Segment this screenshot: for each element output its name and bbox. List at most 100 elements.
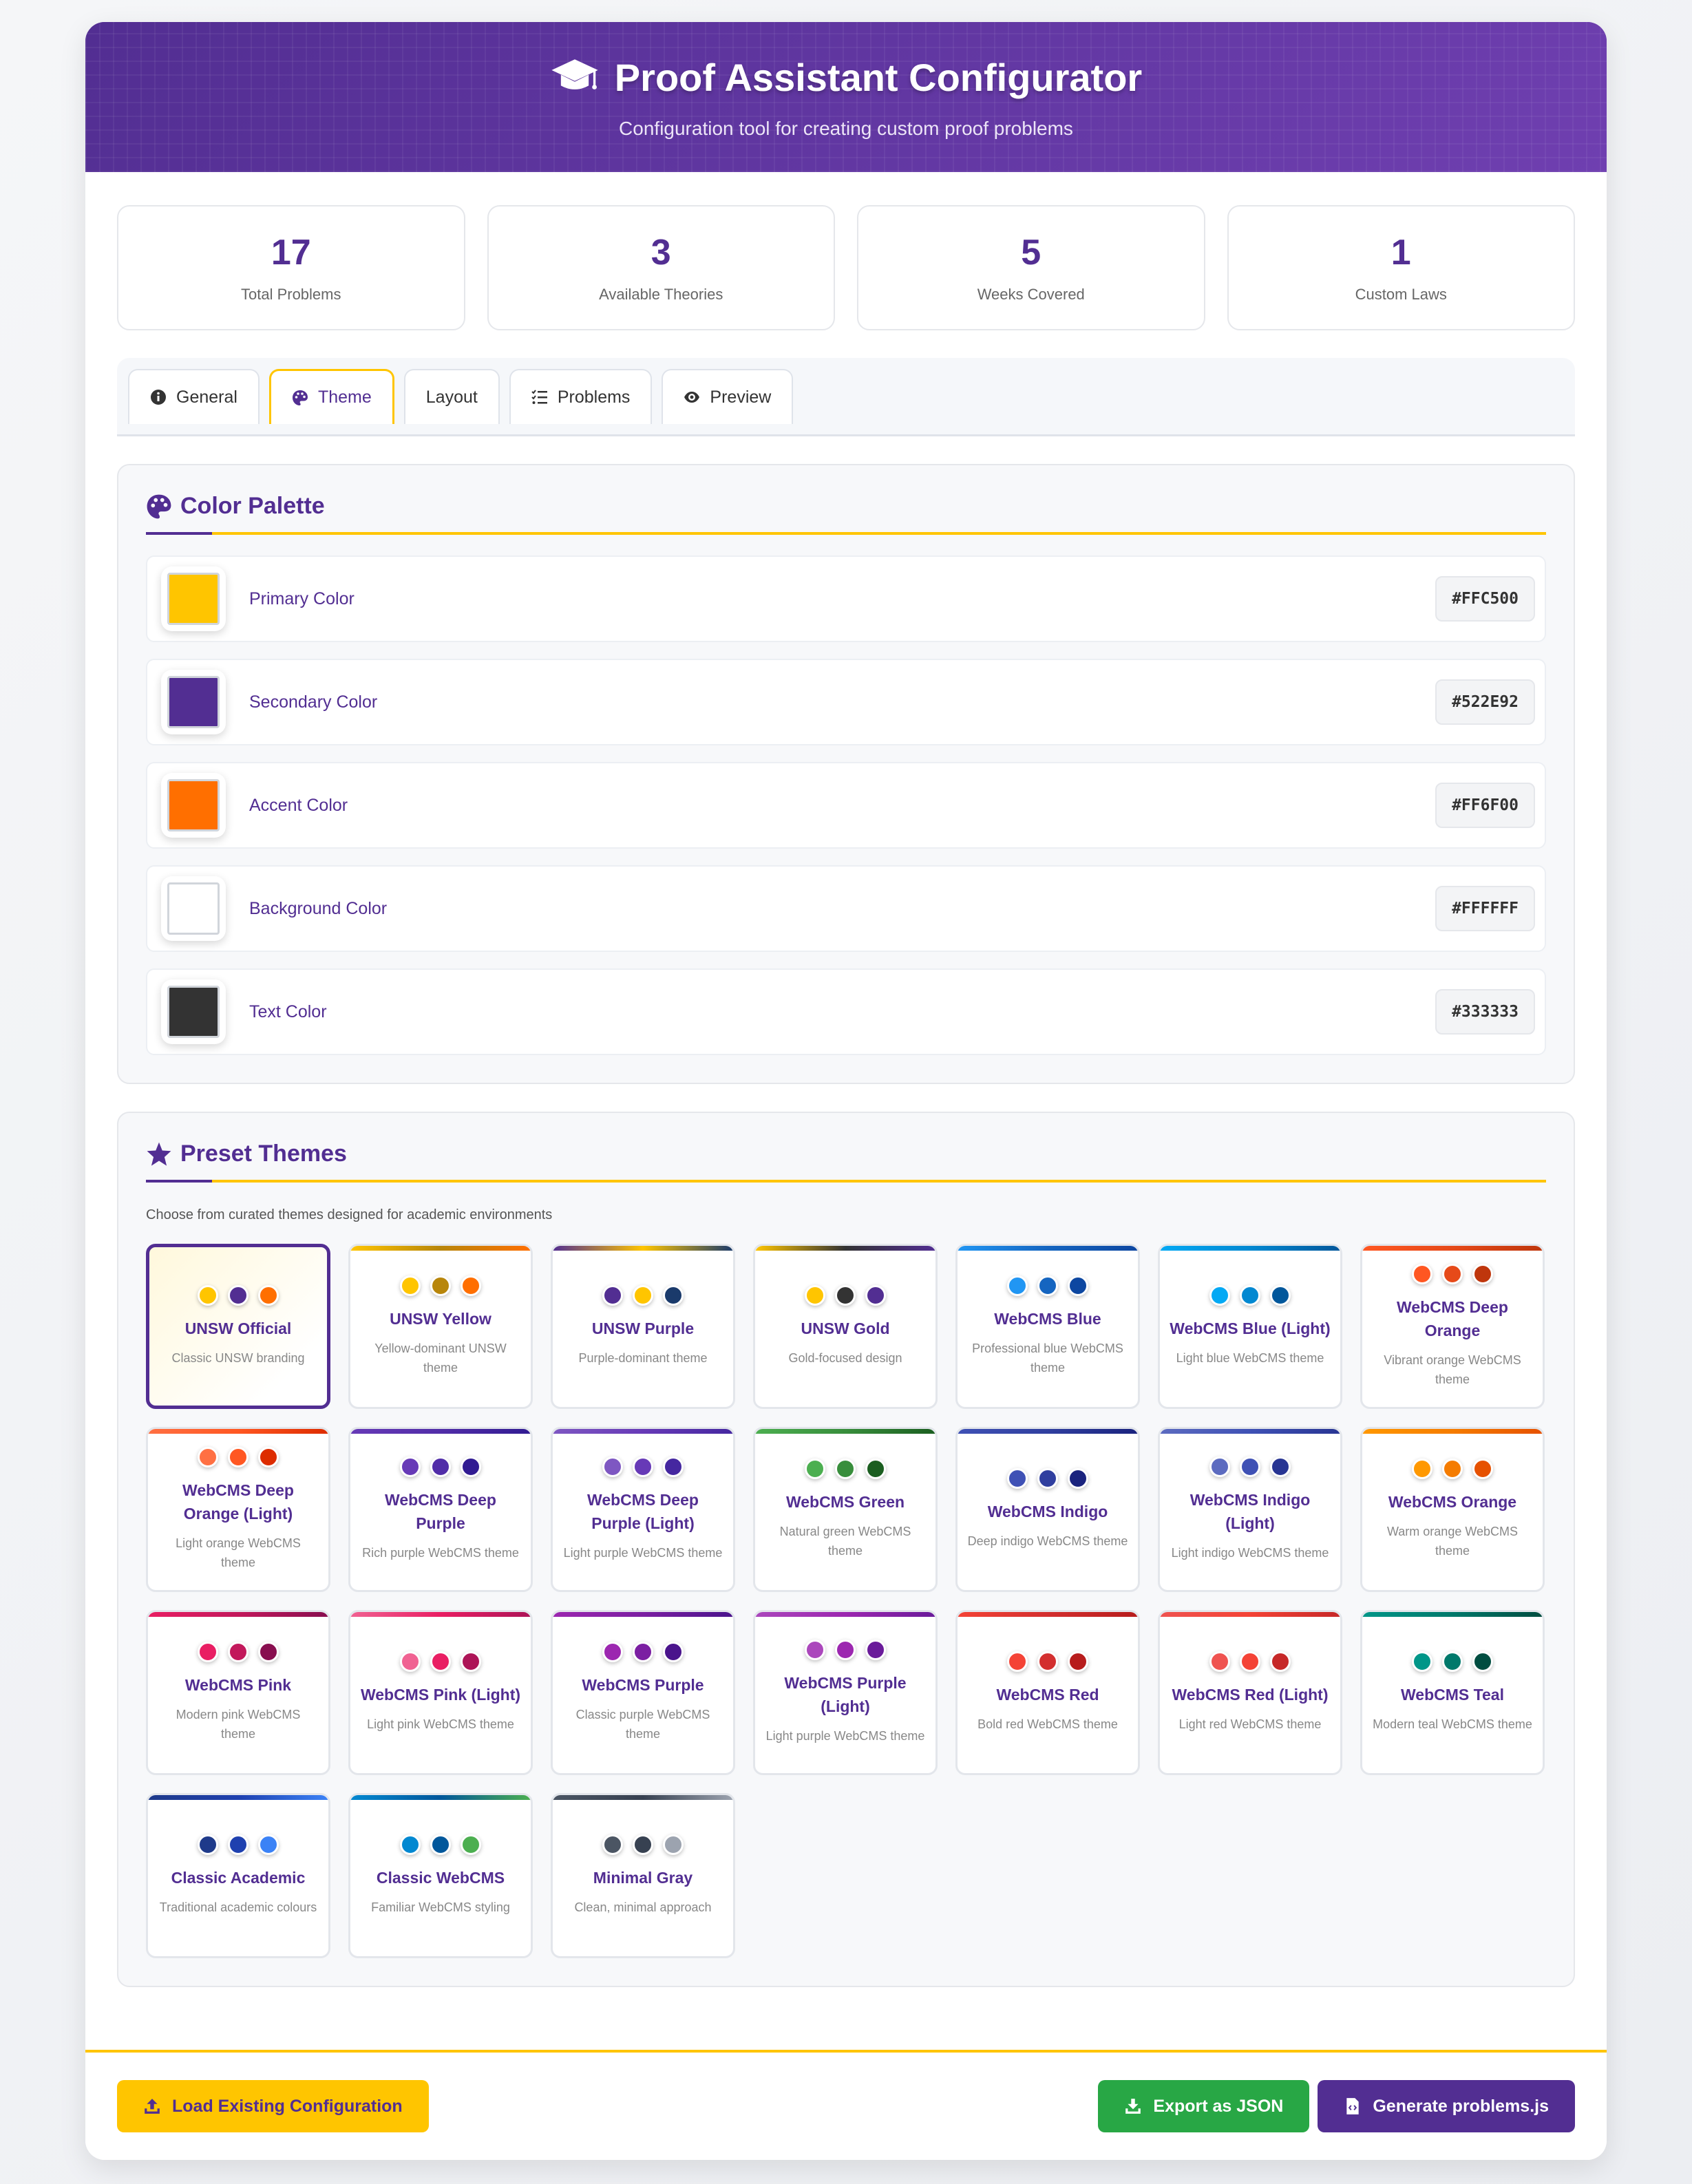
theme-card[interactable]: WebCMS Red Bold red WebCMS theme	[955, 1610, 1140, 1775]
color-dot	[430, 1456, 451, 1477]
theme-card[interactable]: UNSW Gold Gold-focused design	[753, 1244, 938, 1409]
theme-name: WebCMS Deep Purple (Light)	[587, 1491, 699, 1532]
theme-description: Bold red WebCMS theme	[977, 1717, 1118, 1731]
theme-card[interactable]: WebCMS Blue Professional blue WebCMS them…	[955, 1244, 1140, 1409]
theme-card[interactable]: WebCMS Deep Purple Rich purple WebCMS the…	[348, 1427, 533, 1592]
theme-color-bar	[1160, 1429, 1340, 1434]
generate-problems-button[interactable]: Generate problems.js	[1318, 2080, 1575, 2132]
theme-color-dots	[1007, 1275, 1088, 1296]
theme-card[interactable]: Minimal Gray Clean, minimal approach	[551, 1793, 735, 1958]
theme-description: Vibrant orange WebCMS theme	[1384, 1353, 1521, 1386]
color-dot	[258, 1447, 279, 1467]
palette-icon	[147, 494, 171, 518]
star-icon	[147, 1142, 171, 1166]
theme-name: WebCMS Red	[996, 1686, 1099, 1704]
theme-card[interactable]: WebCMS Green Natural green WebCMS theme	[753, 1427, 938, 1592]
theme-card[interactable]: WebCMS Pink (Light) Light pink WebCMS the…	[348, 1610, 533, 1775]
tab-general[interactable]: General	[128, 369, 260, 424]
theme-name: WebCMS Blue (Light)	[1170, 1319, 1331, 1337]
theme-card[interactable]: UNSW Yellow Yellow-dominant UNSW theme	[348, 1244, 533, 1409]
color-dot	[1472, 1459, 1493, 1479]
eye-icon	[684, 392, 700, 403]
color-dot	[198, 1447, 218, 1467]
theme-color-bar	[553, 1612, 733, 1617]
theme-card[interactable]: WebCMS Deep Orange (Light) Light orange W…	[146, 1427, 330, 1592]
theme-card[interactable]: WebCMS Purple Classic purple WebCMS theme	[551, 1610, 735, 1775]
section-title: Color Palette	[146, 493, 1546, 535]
stat-available-theories: 3 Available Theories	[487, 205, 835, 330]
color-dot	[1037, 1275, 1058, 1296]
color-dot	[228, 1447, 248, 1467]
color-swatch	[167, 779, 220, 831]
theme-card[interactable]: WebCMS Pink Modern pink WebCMS theme	[146, 1610, 330, 1775]
color-swatch	[167, 573, 220, 625]
color-dot	[430, 1275, 451, 1296]
color-picker[interactable]	[161, 773, 226, 838]
theme-color-bar	[958, 1429, 1138, 1434]
theme-card[interactable]: WebCMS Indigo (Light) Light indigo WebCMS…	[1158, 1427, 1342, 1592]
stat-label: Weeks Covered	[977, 286, 1085, 303]
hex-value: #FFC500	[1435, 576, 1535, 622]
color-dot	[258, 1642, 279, 1662]
color-dot	[461, 1834, 481, 1855]
color-dot	[461, 1651, 481, 1672]
color-dot	[228, 1642, 248, 1662]
theme-card[interactable]: UNSW Official Classic UNSW branding	[146, 1244, 330, 1409]
theme-color-bar	[755, 1429, 935, 1434]
color-dot	[198, 1642, 218, 1662]
color-dot	[1240, 1285, 1260, 1306]
color-dot	[633, 1642, 653, 1662]
theme-card[interactable]: WebCMS Deep Purple (Light) Light purple W…	[551, 1427, 735, 1592]
stat-value: 3	[651, 233, 671, 273]
tab-label: Theme	[317, 388, 372, 407]
info-icon	[151, 390, 166, 405]
button-label: Generate problems.js	[1373, 2096, 1549, 2116]
theme-color-bar	[1160, 1246, 1340, 1251]
theme-card[interactable]: WebCMS Red (Light) Light red WebCMS theme	[1158, 1610, 1342, 1775]
tab-preview[interactable]: Preview	[662, 369, 794, 424]
theme-card[interactable]: WebCMS Teal Modern teal WebCMS theme	[1360, 1610, 1545, 1775]
color-dot	[198, 1285, 218, 1306]
color-dot	[633, 1456, 653, 1477]
color-dot	[1240, 1456, 1260, 1477]
tab-layout[interactable]: Layout	[403, 369, 500, 424]
color-dot	[400, 1456, 421, 1477]
theme-card[interactable]: UNSW Purple Purple-dominant theme	[551, 1244, 735, 1409]
theme-color-dots	[602, 1456, 684, 1477]
hex-value: #522E92	[1435, 679, 1535, 725]
tab-theme[interactable]: Theme	[268, 369, 394, 424]
color-picker[interactable]	[161, 566, 226, 631]
color-dot	[1442, 1264, 1463, 1284]
stats-row: 17 Total Problems 3 Available Theories 5…	[85, 172, 1607, 330]
color-picker[interactable]	[161, 670, 226, 734]
export-json-button[interactable]: Export as JSON	[1098, 2080, 1310, 2132]
section-title-text: Preset Themes	[180, 1141, 347, 1167]
color-picker[interactable]	[161, 876, 226, 941]
color-dot	[1007, 1468, 1028, 1489]
stat-total-problems: 17 Total Problems	[117, 205, 465, 330]
palette-icon	[292, 390, 308, 405]
theme-card[interactable]: WebCMS Purple (Light) Light purple WebCMS…	[753, 1610, 938, 1775]
color-swatch	[167, 986, 220, 1038]
color-dot	[602, 1285, 623, 1306]
theme-card[interactable]: WebCMS Deep Orange Vibrant orange WebCMS …	[1360, 1244, 1545, 1409]
stat-value: 1	[1390, 233, 1411, 273]
stat-value: 17	[271, 233, 311, 273]
theme-card[interactable]: Classic WebCMS Familiar WebCMS styling	[348, 1793, 533, 1958]
tab-label: Layout	[425, 387, 478, 407]
load-configuration-button[interactable]: Load Existing Configuration	[117, 2080, 429, 2132]
theme-color-dots	[1209, 1285, 1291, 1306]
theme-name: WebCMS Orange	[1388, 1493, 1517, 1511]
tab-problems[interactable]: Problems	[509, 369, 653, 424]
theme-card[interactable]: WebCMS Blue (Light) Light blue WebCMS the…	[1158, 1244, 1342, 1409]
theme-card[interactable]: WebCMS Orange Warm orange WebCMS theme	[1360, 1427, 1545, 1592]
theme-name: WebCMS Pink	[184, 1676, 292, 1694]
color-dot	[1412, 1264, 1432, 1284]
tab-label: Problems	[557, 387, 631, 407]
color-picker[interactable]	[161, 979, 226, 1044]
color-dot	[1442, 1651, 1463, 1672]
upload-icon	[145, 2099, 160, 2114]
theme-description: Deep indigo WebCMS theme	[967, 1534, 1128, 1548]
theme-card[interactable]: Classic Academic Traditional academic col…	[146, 1793, 330, 1958]
theme-card[interactable]: WebCMS Indigo Deep indigo WebCMS theme	[955, 1427, 1140, 1592]
